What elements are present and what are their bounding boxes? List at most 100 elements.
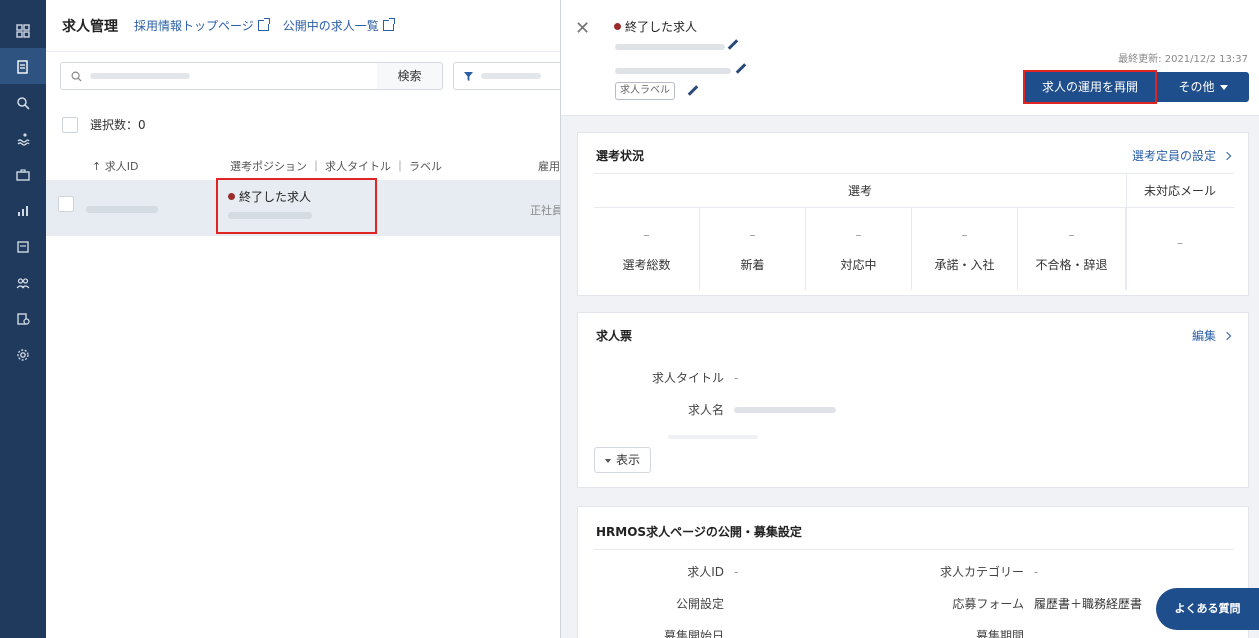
job-sheet-title: 求人票 (596, 329, 633, 343)
field-category: 求人カテゴリー - (918, 563, 1038, 580)
public-jobs-link-label: 公開中の求人一覧 (282, 19, 379, 33)
selection-quota-link-label: 選考定員の設定 (1131, 149, 1216, 163)
show-more-button[interactable]: 表示 (594, 447, 652, 473)
field-hrmos-job-id-key: 求人ID (687, 565, 724, 579)
dashboard-icon[interactable] (0, 12, 46, 48)
job-sheet-edit-link[interactable]: 編集 (1191, 327, 1232, 344)
table-header: ↑ 求人ID 選考ポジション ｜ 求人タイトル ｜ ラベル 雇用 (46, 152, 566, 180)
job-label-tag: 求人ラベル (615, 82, 675, 100)
field-job-name: 求人名 (638, 401, 724, 418)
detail-status-label: 終了した求人 (625, 20, 698, 34)
column-employment[interactable]: 雇用 (538, 158, 560, 174)
show-more-label: 表示 (616, 453, 641, 467)
metric-unhandled-mail-value: – (1177, 236, 1183, 250)
detail-status: 終了した求人 (614, 18, 697, 35)
metric-rejected-value: – (1068, 228, 1075, 242)
field-category-value: - (1034, 565, 1039, 579)
metric-accepted-value: – (961, 228, 968, 242)
job-sheet-card: 求人票 編集 求人タイトル - 求人名 表示 (577, 312, 1249, 488)
field-job-title-key: 求人タイトル (651, 371, 724, 385)
row-highlight-box (216, 178, 377, 234)
metric-total[interactable]: – 選考総数 (594, 208, 700, 290)
metric-unhandled-mail[interactable]: – (1126, 208, 1234, 290)
job-sheet-edit-label: 編集 (1191, 329, 1216, 343)
search-input[interactable] (60, 62, 380, 90)
jobs-icon[interactable] (0, 48, 46, 84)
column-position[interactable]: 選考ポジション ｜ 求人タイトル ｜ ラベル (230, 158, 442, 174)
job-detail-panel: ✕ 終了した求人 求人ラベル 最終更新: 2021/12/2 13:37 求人の… (560, 0, 1259, 638)
selection-count-label: 選択数：0 (90, 118, 146, 132)
field-start-date: 募集開始日 (638, 627, 724, 638)
metric-new[interactable]: – 新着 (700, 208, 806, 290)
more-button-label: その他 (1178, 80, 1215, 94)
metric-accepted[interactable]: – 承諾・入社 (912, 208, 1018, 290)
search-icon (71, 71, 82, 82)
edit-label-pencil-icon[interactable] (685, 84, 697, 96)
metric-rejected-label: 不合格・辞退 (1035, 258, 1108, 272)
field-publish-key: 公開設定 (675, 597, 724, 611)
field-form-key: 応募フォーム (952, 597, 1024, 611)
field-job-title-value: - (734, 371, 739, 385)
field-form: 応募フォーム 履歴書＋職務経歴書 (918, 595, 1142, 612)
swim-icon[interactable] (0, 120, 46, 156)
hrmos-settings-card: HRMOS求人ページの公開・募集設定 求人ID - 求人カテゴリー - 公開設定 応… (577, 506, 1249, 638)
hrmos-divider (594, 549, 1234, 550)
analytics-icon[interactable] (0, 192, 46, 228)
row-job-id-blurred (86, 206, 158, 213)
field-category-key: 求人カテゴリー (939, 565, 1024, 579)
close-icon[interactable]: ✕ (575, 18, 590, 39)
field-hrmos-job-id-value: - (734, 565, 739, 579)
settings-icon[interactable] (0, 336, 46, 372)
column-job-id[interactable]: ↑ 求人ID (92, 158, 138, 174)
hrmos-settings-title: HRMOS求人ページの公開・募集設定 (596, 525, 802, 539)
search-button[interactable]: 検索 (377, 62, 443, 90)
edit-title-pencil-icon[interactable] (733, 62, 745, 74)
faq-button[interactable]: よくある質問 (1156, 588, 1259, 630)
chevron-right-icon (1222, 151, 1232, 161)
metric-total-value: – (643, 228, 650, 242)
filter-icon (464, 71, 473, 81)
documents-icon[interactable] (0, 228, 46, 264)
filter-blurred-value (481, 73, 541, 79)
metric-new-value: – (749, 228, 756, 242)
metric-in-progress[interactable]: – 対応中 (806, 208, 912, 290)
search-input-blurred-value (90, 73, 190, 79)
faded-field-blurred (668, 435, 758, 439)
selection-quota-link[interactable]: 選考定員の設定 (1131, 147, 1232, 164)
row-employment: 正社員 (530, 204, 563, 217)
field-job-title: 求人タイトル - (638, 369, 738, 386)
briefcase-icon[interactable] (0, 156, 46, 192)
external-link-icon (382, 18, 395, 31)
title-blurred (615, 68, 731, 74)
triangle-down-icon (605, 459, 611, 463)
row-checkbox[interactable] (58, 196, 74, 212)
field-publish: 公開設定 (638, 595, 724, 612)
metric-rejected[interactable]: – 不合格・辞退 (1018, 208, 1126, 290)
resume-highlight-box (1023, 70, 1157, 104)
select-all-checkbox[interactable] (62, 116, 78, 133)
recruit-top-link[interactable]: 採用情報トップページ (134, 17, 270, 34)
field-job-name-key: 求人名 (687, 403, 724, 417)
search-candidates-icon[interactable] (0, 84, 46, 120)
people-icon[interactable] (0, 264, 46, 300)
status-dot-icon (614, 23, 621, 30)
metric-in-progress-value: – (855, 228, 862, 242)
field-period: 募集期間 (918, 627, 1024, 638)
export-icon[interactable] (0, 300, 46, 336)
field-form-value: 履歴書＋職務経歴書 (1034, 597, 1143, 611)
edit-position-pencil-icon[interactable] (725, 38, 737, 50)
selection-grid: 選考 未対応メール – 選考総数 – 新着 – 対応中 – 承諾・入社 – 不合… (594, 173, 1234, 290)
field-start-date-key: 募集開始日 (663, 629, 724, 638)
job-name-blurred (734, 407, 836, 413)
metric-total-label: 選考総数 (622, 258, 671, 272)
metric-accepted-label: 承諾・入社 (934, 258, 995, 272)
position-blurred (615, 44, 725, 50)
public-jobs-link[interactable]: 公開中の求人一覧 (282, 17, 395, 34)
metric-in-progress-label: 対応中 (840, 258, 877, 272)
page-title: 求人管理 (62, 18, 118, 35)
more-button[interactable]: その他 (1157, 72, 1249, 102)
field-hrmos-job-id: 求人ID - (638, 563, 738, 580)
job-list-panel: 求人管理 採用情報トップページ 公開中の求人一覧 検索 選択数：0 ↑ 求人ID… (46, 0, 593, 638)
external-link-icon (257, 18, 270, 31)
unhandled-mail-header: 未対応メール (1126, 174, 1234, 208)
